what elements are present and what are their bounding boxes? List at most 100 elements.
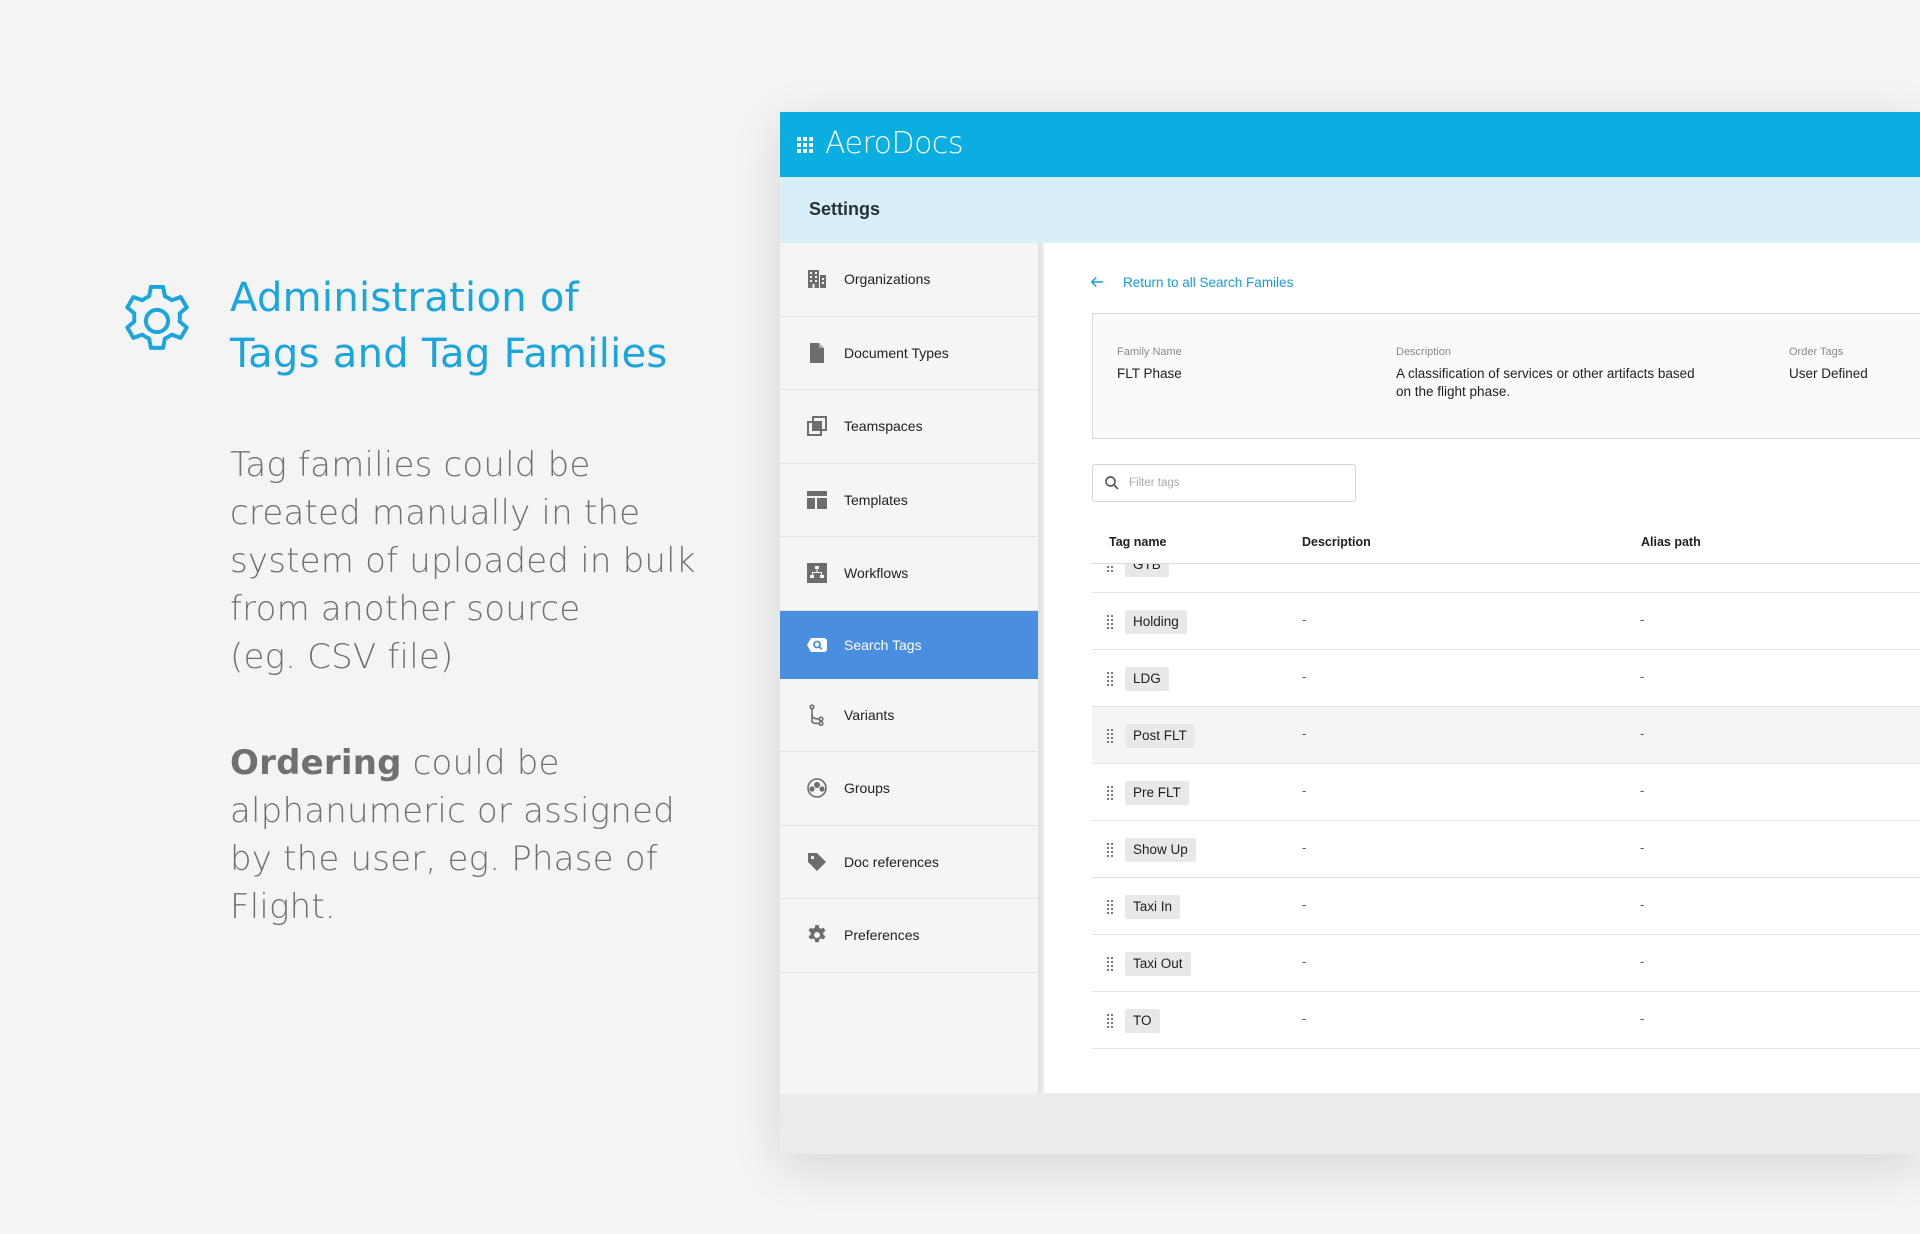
- settings-sidebar: Organizations Document Types Teamspaces …: [780, 243, 1041, 1093]
- tag-alias-path: -: [1640, 726, 1645, 741]
- arrow-left-icon: [1090, 276, 1103, 288]
- sidebar-item-label: Groups: [844, 780, 890, 797]
- building-icon: [804, 266, 830, 292]
- tag-chip[interactable]: TO: [1125, 1009, 1160, 1033]
- family-description-label: Description: [1396, 346, 1452, 358]
- table-row[interactable]: Pre FLT - -: [1092, 764, 1920, 821]
- gear-icon: [804, 922, 830, 948]
- filter-tags-field[interactable]: [1092, 464, 1356, 502]
- tag-description: -: [1302, 954, 1307, 969]
- column-header-description[interactable]: Description: [1302, 535, 1371, 549]
- drag-handle-icon[interactable]: [1107, 1014, 1115, 1028]
- tag-alias-path: -: [1640, 669, 1645, 684]
- promo-p2-line: Flight.: [230, 887, 336, 927]
- table-row[interactable]: LDG - -: [1092, 650, 1920, 707]
- family-name-field: Family Name FLT Phase: [1117, 346, 1182, 383]
- sidebar-item-label: Organizations: [844, 271, 931, 288]
- table-row[interactable]: Show Up - -: [1092, 821, 1920, 878]
- promo-p2-first-line: Ordering could be: [230, 739, 700, 787]
- table-row[interactable]: Holding - -: [1092, 593, 1920, 650]
- sidebar-item-label: Workflows: [844, 565, 909, 582]
- promo-p1-line: created manually in the: [230, 493, 641, 533]
- family-description-line: on the flight phase.: [1396, 384, 1511, 399]
- apps-grid-icon[interactable]: [797, 137, 813, 153]
- tag-alias-path: -: [1640, 954, 1645, 969]
- order-tags-label: Order Tags: [1789, 346, 1844, 358]
- sidebar-item-teamspaces[interactable]: Teamspaces: [780, 390, 1038, 464]
- sidebar-item-label: Variants: [844, 706, 895, 723]
- promo-paragraph-1: Tag families could be created manually i…: [230, 441, 700, 681]
- tag-chip[interactable]: Taxi In: [1125, 895, 1181, 919]
- tag-chip[interactable]: Pre FLT: [1125, 781, 1189, 805]
- sidebar-item-doc-references[interactable]: Doc references: [780, 826, 1038, 899]
- top-bar: AeroDocs: [780, 112, 1920, 177]
- promo-p1-line: Tag families could be: [230, 445, 591, 485]
- promo-title-line1: Administration of: [230, 275, 580, 321]
- drag-handle-icon[interactable]: [1107, 843, 1115, 857]
- sidebar-item-label: Search Tags: [844, 636, 922, 653]
- drag-handle-icon[interactable]: [1107, 615, 1115, 629]
- filter-tags-input[interactable]: [1129, 477, 1339, 489]
- tag-chip[interactable]: Taxi Out: [1125, 952, 1191, 976]
- settings-header: Settings: [780, 177, 1920, 243]
- tag-description: -: [1302, 897, 1307, 912]
- family-name-value: FLT Phase: [1117, 366, 1182, 381]
- drag-handle-icon[interactable]: [1107, 786, 1115, 800]
- sidebar-item-label: Teamspaces: [844, 418, 923, 435]
- back-link[interactable]: Return to all Search Familes: [1088, 273, 1293, 291]
- promo-p1-line: system of uploaded in bulk: [230, 541, 696, 581]
- column-header-alias-path[interactable]: Alias path: [1641, 535, 1701, 549]
- tag-description: -: [1302, 840, 1307, 855]
- sidebar-item-label: Templates: [844, 491, 908, 508]
- variants-icon: [804, 702, 830, 728]
- drag-handle-icon[interactable]: [1107, 564, 1115, 572]
- family-name-label: Family Name: [1117, 346, 1182, 358]
- tag-alias-path: -: [1640, 840, 1645, 855]
- workflow-icon: [804, 560, 830, 586]
- sidebar-item-search-tags[interactable]: Search Tags: [780, 610, 1038, 679]
- tag-icon: [804, 849, 830, 875]
- sidebar-item-organizations[interactable]: Organizations: [780, 243, 1038, 317]
- sidebar-item-document-types[interactable]: Document Types: [780, 317, 1038, 390]
- table-row[interactable]: GTB - -: [1092, 564, 1920, 593]
- tag-alias-path: -: [1640, 1011, 1645, 1026]
- promo-p2-line: alphanumeric or assigned: [230, 791, 675, 831]
- table-row[interactable]: TO - -: [1092, 992, 1920, 1049]
- tag-chip[interactable]: Show Up: [1125, 838, 1196, 862]
- tag-description: -: [1302, 564, 1306, 570]
- tag-chip[interactable]: Holding: [1125, 610, 1187, 634]
- tag-alias-path: -: [1640, 564, 1644, 570]
- promo-p1-line: (eg. CSV file): [230, 637, 454, 677]
- promo-p1-line: from another source: [230, 589, 581, 629]
- promo-paragraph-2: Ordering could be alphanumeric or assign…: [230, 739, 700, 931]
- tag-description: -: [1302, 783, 1307, 798]
- drag-handle-icon[interactable]: [1107, 672, 1115, 686]
- app-window: AeroDocs Settings Organizations Document…: [780, 112, 1920, 1154]
- tag-description: -: [1302, 1011, 1307, 1026]
- sidebar-item-preferences[interactable]: Preferences: [780, 899, 1038, 973]
- tag-chip[interactable]: LDG: [1125, 667, 1169, 691]
- sidebar-item-variants[interactable]: Variants: [780, 679, 1038, 752]
- sidebar-item-groups[interactable]: Groups: [780, 752, 1038, 826]
- search-tag-icon: [804, 632, 830, 658]
- drag-handle-icon[interactable]: [1107, 900, 1115, 914]
- family-description-line: A classification of services or other ar…: [1396, 366, 1695, 381]
- table-row[interactable]: Taxi In - -: [1092, 878, 1920, 935]
- drag-handle-icon[interactable]: [1107, 957, 1115, 971]
- sidebar-item-label: Preferences: [844, 927, 920, 944]
- order-tags-value: User Defined: [1789, 366, 1868, 381]
- table-row[interactable]: Post FLT - -: [1092, 707, 1920, 764]
- tag-chip[interactable]: GTB: [1125, 564, 1169, 577]
- column-header-tag-name[interactable]: Tag name: [1109, 535, 1166, 549]
- sidebar-item-label: Document Types: [844, 344, 949, 361]
- table-row[interactable]: Taxi Out - -: [1092, 935, 1920, 992]
- brand-logo[interactable]: AeroDocs: [825, 125, 964, 163]
- promo-title: Administration of Tags and Tag Families: [230, 270, 730, 382]
- gear-icon: [125, 284, 189, 350]
- sidebar-item-workflows[interactable]: Workflows: [780, 537, 1038, 611]
- promo-p2-rest: could be: [401, 743, 560, 783]
- family-description-field: Description A classification of services…: [1396, 346, 1736, 401]
- drag-handle-icon[interactable]: [1107, 729, 1115, 743]
- tag-chip[interactable]: Post FLT: [1125, 724, 1195, 748]
- sidebar-item-templates[interactable]: Templates: [780, 464, 1038, 537]
